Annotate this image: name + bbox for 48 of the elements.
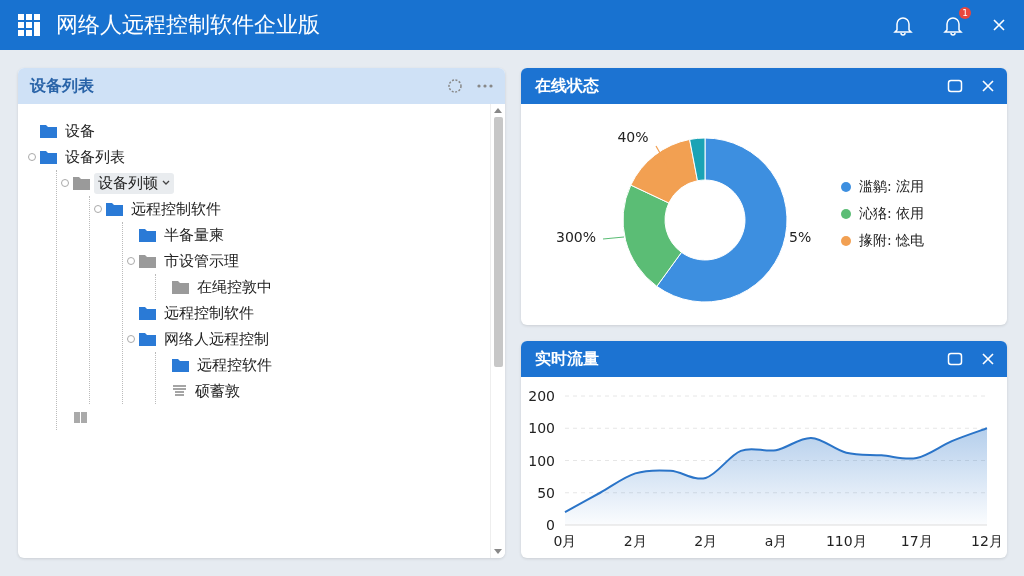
bell-icon[interactable] <box>942 14 964 36</box>
tree-item[interactable]: 半备量柬 <box>160 224 228 246</box>
value-label: 5% <box>789 229 812 245</box>
tree-item[interactable]: 远程控制软件 <box>127 198 225 220</box>
tree-item[interactable]: 网络人远程控制 <box>160 328 273 350</box>
caret-icon[interactable] <box>162 180 170 186</box>
scrollbar-thumb[interactable] <box>493 117 503 367</box>
tree-item[interactable]: 设备列顿 <box>94 172 174 194</box>
axis-tick-label: 0月 <box>553 533 577 549</box>
axis-tick-label: a月 <box>764 533 788 549</box>
refresh-icon[interactable] <box>447 78 463 94</box>
axis-tick-label: 2月 <box>694 533 718 549</box>
axis-tick-label: 2月 <box>623 533 647 549</box>
axis-tick-label: 200 <box>528 388 555 404</box>
close-icon[interactable] <box>981 352 995 366</box>
axis-tick-label: 50 <box>537 484 555 501</box>
window-icon[interactable] <box>947 352 963 366</box>
more-icon[interactable] <box>477 84 493 88</box>
axis-tick-label: 12月 <box>971 533 1003 549</box>
axis-tick-label: 100 <box>528 452 555 469</box>
panel-title: 实时流量 <box>535 348 599 370</box>
window-icon[interactable] <box>947 79 963 93</box>
panel-title: 在线状态 <box>535 75 599 97</box>
tree-item[interactable]: 设备 <box>61 120 99 142</box>
apps-grid-icon[interactable] <box>18 14 40 36</box>
tree-item[interactable]: 在绳控敦中 <box>193 276 276 298</box>
axis-tick-label: 110月 <box>825 533 867 549</box>
legend-label: 掾附: 惗电 <box>859 232 925 250</box>
document-icon <box>172 384 187 398</box>
value-label: 40% <box>617 129 649 145</box>
axis-tick-label: 100 <box>528 420 555 437</box>
tree-item[interactable]: 设备列表 <box>61 146 129 168</box>
tree-item[interactable]: 远程控软件 <box>193 354 276 376</box>
tree-item[interactable]: 硕蓄敦 <box>191 380 244 402</box>
tree-item[interactable]: 远程控制软件 <box>160 302 258 324</box>
close-icon[interactable] <box>992 18 1006 32</box>
panel-title: 设备列表 <box>30 75 94 97</box>
bell-icon[interactable] <box>892 14 914 36</box>
legend-label: 沁狢: 依用 <box>859 205 925 223</box>
axis-tick-label: 0 <box>546 517 555 533</box>
axis-tick-label: 17月 <box>900 533 933 549</box>
close-icon[interactable] <box>981 79 995 93</box>
value-label: 300% <box>556 229 596 245</box>
scrollbar[interactable] <box>490 104 505 558</box>
tree-item[interactable]: 市设管示理 <box>160 250 243 272</box>
notification-badge: 1 <box>959 7 971 19</box>
legend-label: 滥鹟: 浤用 <box>859 178 925 196</box>
app-title: 网络人远程控制软件企业版 <box>56 11 321 39</box>
